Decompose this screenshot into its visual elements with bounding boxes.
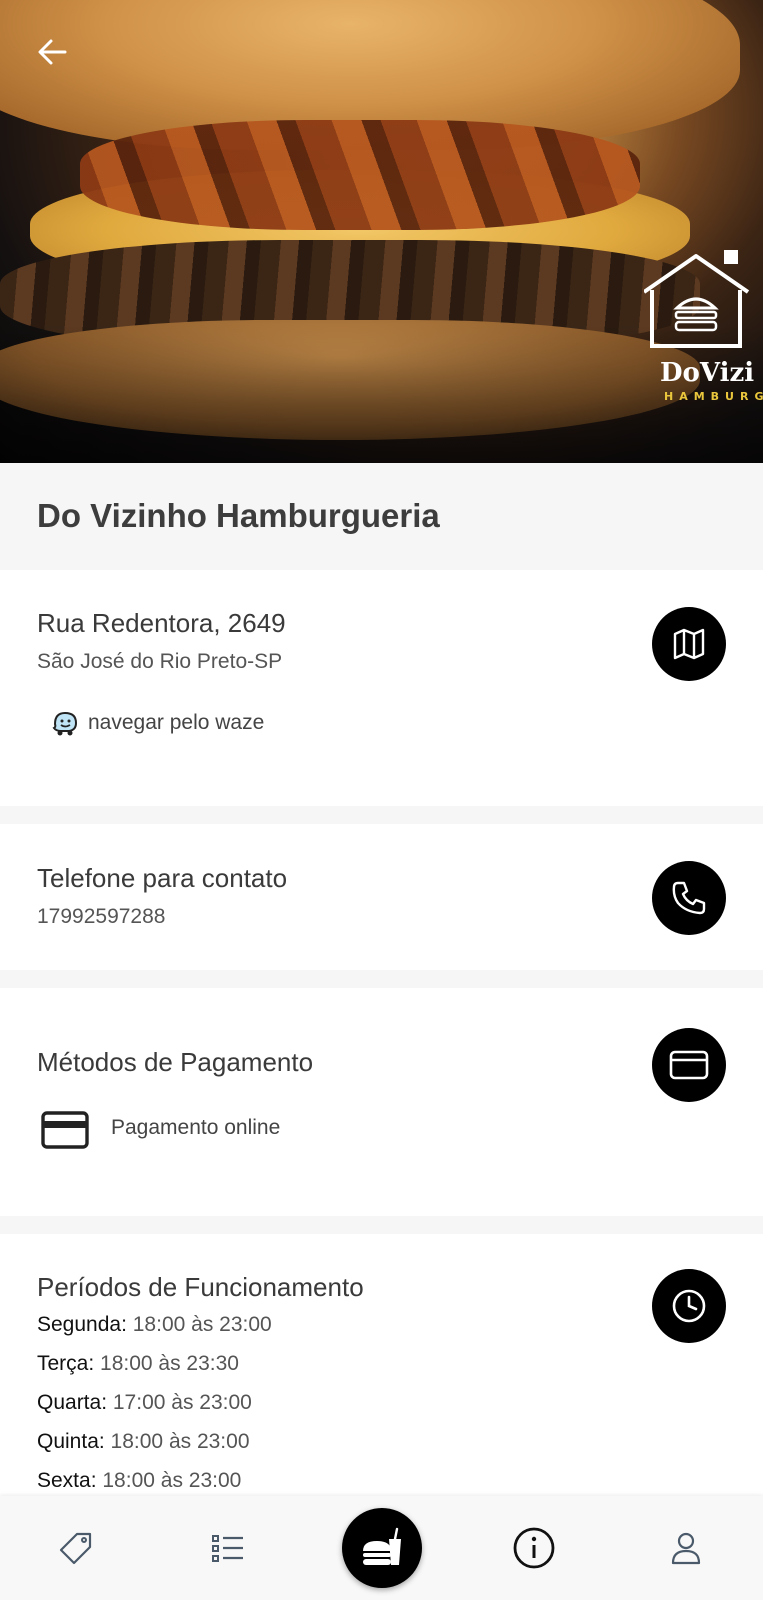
phone-icon [672,881,706,915]
address-section [0,570,763,806]
hours-time: 18:00 às 23:00 [96,1469,242,1492]
nav-promotions[interactable] [36,1496,116,1600]
hours-day: Quarta: [37,1391,108,1414]
hours-row: Quarta: 17:00 às 23:00 [37,1388,272,1427]
nav-order-button[interactable] [342,1508,422,1588]
hours-row: Segunda: 18:00 às 23:00 [37,1310,272,1349]
nav-profile[interactable] [646,1496,726,1600]
address-street: Rua Redentora, 2649 [37,608,286,638]
waze-icon [52,711,78,736]
list-icon [212,1535,243,1562]
payment-section [0,988,763,1216]
divider [0,1216,763,1234]
divider [0,806,763,824]
contact-heading: Telefone para contato [37,863,288,893]
clock-icon [672,1289,706,1323]
hours-row: Terça: 18:00 às 23:30 [37,1349,272,1388]
logo-brand-name: DoVizi [660,358,755,388]
map-icon [673,628,705,660]
map-button[interactable] [652,607,726,681]
divider [0,970,763,988]
payment-method: Pagamento online [111,1116,281,1139]
call-button[interactable] [652,861,726,935]
waze-label: navegar pelo waze [88,711,265,734]
nav-info[interactable] [494,1496,574,1600]
hours-day: Terça: [37,1352,95,1375]
hours-day: Sexta: [37,1469,97,1492]
logo-brand-sub: HAMBURG [664,390,763,403]
hours-list: Segunda: 18:00 às 23:00 Terça: 18:00 às … [37,1310,272,1505]
hours-day: Segunda: [37,1313,127,1336]
arrow-left-icon [38,39,67,65]
nav-menu[interactable] [188,1496,268,1600]
hours-time: 17:00 às 23:00 [107,1391,252,1414]
hours-time: 18:00 às 23:30 [94,1352,239,1375]
credit-card-icon [669,1050,709,1080]
restaurant-name: Do Vizinho Hamburgueria [37,497,440,534]
hours-time: 18:00 às 23:00 [104,1430,250,1453]
contact-phone: 17992597288 [37,905,166,928]
tag-icon [59,1532,92,1565]
hours-day: Quinta: [37,1430,105,1453]
hero-image: DoVizi HAMBURG [0,0,763,463]
hours-time: 18:00 às 23:00 [126,1313,272,1336]
waze-link[interactable]: navegar pelo waze [50,708,264,738]
info-icon [513,1527,555,1569]
address-city: São José do Rio Preto-SP [37,650,283,673]
contact-section [0,824,763,970]
hours-heading: Períodos de Funcionamento [37,1272,364,1302]
back-button[interactable] [30,30,74,74]
payment-heading: Métodos de Pagamento [37,1047,314,1077]
food-icon [363,1527,401,1565]
payment-button[interactable] [652,1028,726,1102]
credit-card-icon [41,1111,89,1149]
hours-button[interactable] [652,1269,726,1343]
hours-row: Quinta: 18:00 às 23:00 [37,1427,272,1466]
user-icon [671,1532,701,1565]
